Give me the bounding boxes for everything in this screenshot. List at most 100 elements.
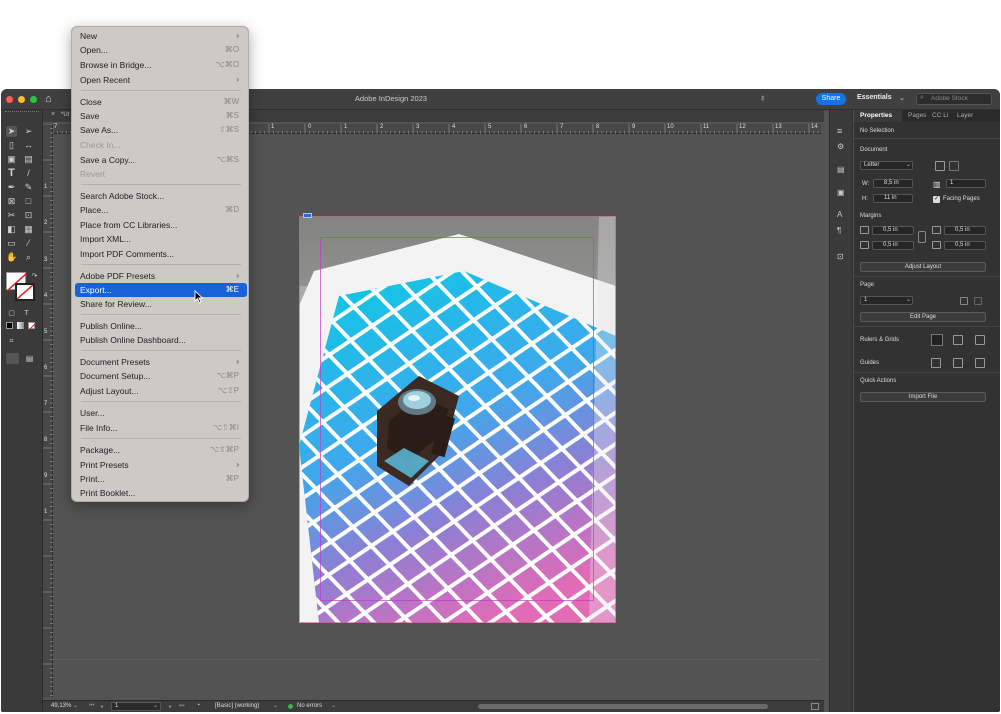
- gradient-swatch-tool-icon[interactable]: ◧: [6, 224, 17, 235]
- apply-none-icon[interactable]: [28, 322, 36, 330]
- link-margins-icon[interactable]: [918, 231, 926, 243]
- formatting-text-icon[interactable]: T: [21, 308, 32, 319]
- menu-item-close[interactable]: Close ⌘W: [75, 95, 247, 109]
- chevron-down-icon[interactable]: ⌄: [73, 702, 78, 709]
- menu-item-export[interactable]: Export... ⌘E: [75, 283, 247, 297]
- margin-left-field[interactable]: 0,5 in: [944, 226, 986, 235]
- comments-panel-icon[interactable]: ▣: [837, 188, 845, 197]
- layers-panel-icon[interactable]: ▤: [837, 165, 845, 174]
- rulers-icon[interactable]: [931, 334, 943, 346]
- scissors-tool-icon[interactable]: ✂: [6, 210, 17, 221]
- share-button[interactable]: Share: [816, 93, 846, 105]
- menu-item-save[interactable]: Save ⌘S: [75, 109, 247, 123]
- menu-item-share-for-review[interactable]: Share for Review...: [75, 297, 247, 311]
- panel-grip[interactable]: [5, 111, 39, 113]
- menu-item-adjust-layout[interactable]: Adjust Layout... ⌥⇧P: [75, 384, 247, 398]
- landscape-orientation-icon[interactable]: [949, 161, 959, 171]
- zoom-tool-icon[interactable]: ⌕: [23, 252, 34, 263]
- pages-count-field[interactable]: 1: [946, 179, 986, 188]
- chevron-down-icon[interactable]: ⌄: [906, 161, 911, 168]
- tab-layers[interactable]: Layer: [957, 110, 973, 122]
- first-page-icon[interactable]: ⏮: [89, 703, 94, 710]
- lightbulb-icon[interactable]: ♁: [759, 93, 767, 104]
- formatting-container-icon[interactable]: ▢: [6, 308, 17, 319]
- page-tool-icon[interactable]: ▯: [6, 140, 17, 151]
- maximize-window-button[interactable]: [30, 96, 37, 103]
- margin-top-field[interactable]: 0,5 in: [872, 226, 914, 235]
- free-transform-tool-icon[interactable]: ⊡: [23, 210, 34, 221]
- baseline-grid-icon[interactable]: [953, 335, 963, 345]
- chevron-down-icon[interactable]: ⌄: [331, 702, 336, 709]
- links-panel-icon[interactable]: ⊡: [837, 252, 844, 261]
- import-file-button[interactable]: Import File: [860, 392, 986, 402]
- chevron-down-icon[interactable]: ⌄: [153, 702, 158, 709]
- menu-item-adobe-pdf-presets[interactable]: Adobe PDF Presets ›: [75, 269, 247, 283]
- menu-item-print-presets[interactable]: Print Presets ›: [75, 458, 247, 472]
- width-field[interactable]: 8,5 in: [873, 179, 913, 188]
- menu-item-document-setup[interactable]: Document Setup... ⌥⌘P: [75, 369, 247, 383]
- margin-bottom-field[interactable]: 0,5 in: [872, 241, 914, 250]
- note-tool-icon[interactable]: ▭: [6, 238, 17, 249]
- chevron-down-icon[interactable]: ⌄: [273, 702, 278, 709]
- chevron-down-icon[interactable]: ⌄: [899, 94, 905, 102]
- menu-item-save-as[interactable]: Save As... ⇧⌘S: [75, 123, 247, 137]
- character-styles-icon[interactable]: A: [837, 210, 842, 219]
- menu-item-print-booklet[interactable]: Print Booklet...: [75, 486, 247, 500]
- menu-item-publish-online[interactable]: Publish Online...: [75, 319, 247, 333]
- apply-color-icon[interactable]: [6, 322, 13, 329]
- stroke-swatch[interactable]: [15, 283, 35, 301]
- eyedropper-tool-icon[interactable]: ⁄: [23, 238, 34, 249]
- add-page-icon[interactable]: [960, 297, 968, 305]
- menu-item-publish-online-dashboard[interactable]: Publish Online Dashboard...: [75, 333, 247, 347]
- tab-pages[interactable]: Pages: [908, 110, 926, 122]
- content-placer-icon[interactable]: ▤: [23, 154, 34, 165]
- menu-item-place-from-cc-libraries[interactable]: Place from CC Libraries...: [75, 218, 247, 232]
- minimize-window-button[interactable]: [18, 96, 25, 103]
- document-page[interactable]: [299, 216, 616, 623]
- panel-toggle-icon[interactable]: [811, 703, 819, 710]
- smart-guides-icon[interactable]: [975, 358, 985, 368]
- content-collector-icon[interactable]: ▣: [6, 154, 17, 165]
- workspace-switcher[interactable]: Essentials: [857, 94, 892, 101]
- menu-item-save-a-copy[interactable]: Save a Copy... ⌥⌘S: [75, 153, 247, 167]
- line-tool-icon[interactable]: /: [23, 168, 34, 179]
- menu-item-new[interactable]: New ›: [75, 29, 247, 43]
- type-tool-icon[interactable]: T: [6, 168, 17, 179]
- menu-item-open-recent[interactable]: Open Recent ›: [75, 73, 247, 87]
- vertical-ruler[interactable]: 1 2 3 4 5 6 7 8 9 1: [43, 124, 53, 697]
- properties-panel-icon[interactable]: ≡: [837, 127, 847, 136]
- screen-mode-icon[interactable]: ▤: [24, 353, 35, 364]
- pen-tool-icon[interactable]: ✒: [6, 182, 17, 193]
- menu-item-search-adobe-stock[interactable]: Search Adobe Stock...: [75, 189, 247, 203]
- horizontal-scrollbar[interactable]: [478, 704, 768, 709]
- frame-handle[interactable]: [303, 213, 312, 218]
- placed-photo[interactable]: [299, 216, 616, 623]
- show-guides-icon[interactable]: [931, 358, 941, 368]
- previous-page-icon[interactable]: ◂: [100, 703, 103, 710]
- preflight-icon[interactable]: ◔: [196, 702, 200, 709]
- zoom-level[interactable]: 49,13%: [51, 703, 71, 709]
- paragraph-styles-icon[interactable]: ¶: [837, 226, 841, 235]
- last-page-icon[interactable]: ⏭: [179, 703, 184, 710]
- delete-page-icon[interactable]: [974, 297, 982, 305]
- facing-pages-checkbox[interactable]: ✓: [933, 196, 940, 203]
- margin-right-field[interactable]: 0,5 in: [944, 241, 986, 250]
- chevron-down-icon[interactable]: ⌄: [906, 296, 911, 303]
- menu-item-package[interactable]: Package... ⌥⇧⌘P: [75, 443, 247, 457]
- tab-properties[interactable]: Properties: [854, 110, 902, 122]
- close-window-button[interactable]: [6, 96, 13, 103]
- lock-guides-icon[interactable]: [953, 358, 963, 368]
- hand-tool-icon[interactable]: ✋: [6, 252, 17, 263]
- rectangle-tool-icon[interactable]: □: [23, 196, 34, 207]
- pencil-tool-icon[interactable]: ✎: [23, 182, 34, 193]
- normal-view-mode-icon[interactable]: [6, 353, 19, 364]
- rectangle-frame-tool-icon[interactable]: ⊠: [6, 196, 17, 207]
- menu-item-file-info[interactable]: File Info... ⌥⇧⌘I: [75, 421, 247, 435]
- document-grid-icon[interactable]: [975, 335, 985, 345]
- apply-gradient-icon[interactable]: [17, 322, 24, 329]
- menu-item-open[interactable]: Open... ⌘O: [75, 43, 247, 57]
- height-field[interactable]: 11 in: [873, 194, 913, 203]
- close-tab-icon[interactable]: ×: [51, 111, 55, 118]
- document-tab[interactable]: *Ur: [61, 112, 70, 118]
- next-page-icon[interactable]: ▸: [169, 703, 172, 710]
